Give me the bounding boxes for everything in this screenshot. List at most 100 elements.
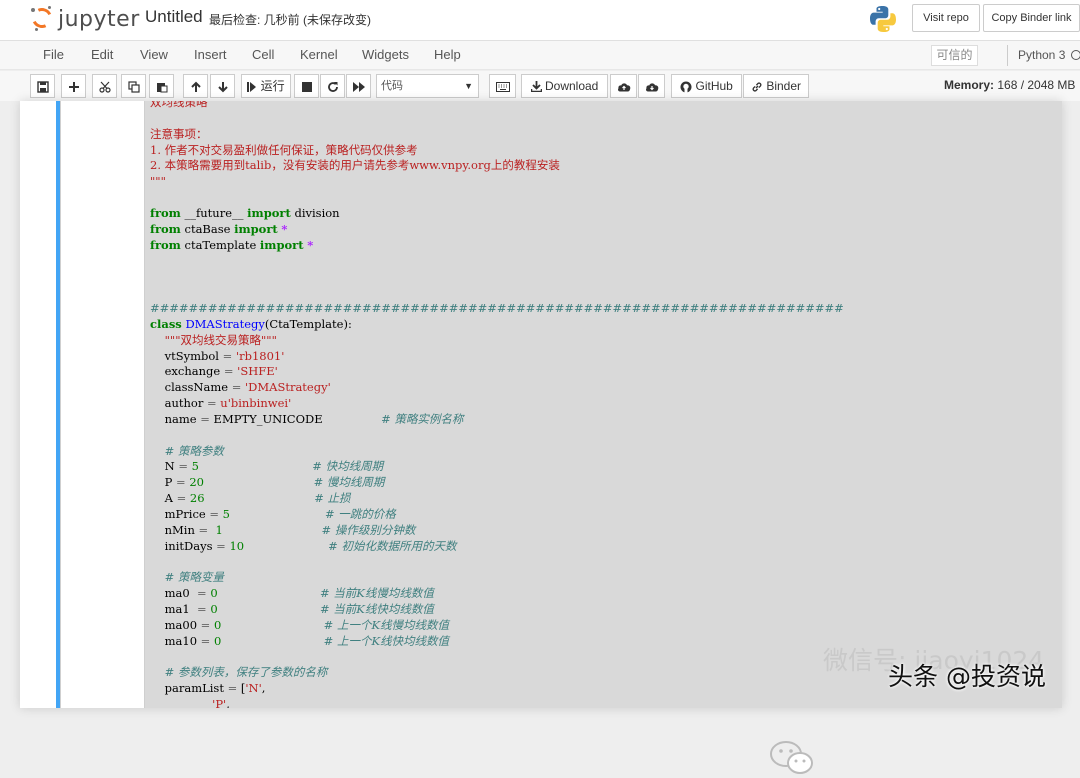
code-line: A = 26 # 止损 (150, 491, 351, 506)
code-line: ########################################… (150, 300, 844, 315)
cell-border (60, 101, 61, 708)
interrupt-button[interactable] (294, 74, 319, 98)
copy-button[interactable] (121, 74, 146, 98)
code-line: class DMAStrategy(CtaTemplate): (150, 316, 352, 331)
cut-button[interactable] (92, 74, 117, 98)
trusted-indicator[interactable]: 可信的 (931, 45, 978, 66)
copy-binder-link-button[interactable]: Copy Binder link (983, 4, 1080, 32)
run-button[interactable]: 运行 (241, 74, 291, 98)
notebook-container: 双均线策略 注意事项： 1. 作者不对交易盈利做任何保证，策略代码仅供参考 2. 本策… (20, 101, 1062, 708)
watermark-toutiao: 头条 @投资说 (888, 662, 1046, 691)
jupyter-moon-icon (31, 8, 35, 12)
code-line: # 策略参数 (164, 443, 224, 458)
copy-icon (127, 81, 140, 93)
checkpoint-status: 最后检查: 几秒前 (未保存改变) (209, 13, 371, 27)
github-label: GitHub (695, 79, 733, 93)
link-icon (752, 82, 762, 92)
code-line: name = EMPTY_UNICODE # 策略实例名称 (150, 411, 464, 426)
arrow-up-icon (190, 81, 201, 92)
code-line: N = 5 # 快均线周期 (150, 459, 384, 474)
scissors-icon (98, 81, 111, 93)
arrow-down-icon (217, 81, 228, 93)
code-line: author = u'binbinwei' (150, 396, 292, 411)
jupyter-logo[interactable]: jupyter (29, 4, 139, 32)
code-line: className = 'DMAStrategy' (150, 380, 331, 395)
download-label: Download (544, 79, 599, 93)
menubar: File Edit View Insert Cell Kernel Widget… (0, 40, 1080, 70)
caret-down-icon: ▼ (464, 81, 473, 91)
header: jupyter Untitled 最后检查: 几秒前 (未保存改变) Visit… (0, 0, 1080, 40)
memory-label: Memory: (944, 78, 995, 92)
notebook-name[interactable]: Untitled (145, 7, 203, 27)
run-label: 运行 (260, 79, 285, 93)
menu-edit[interactable]: Edit (91, 47, 113, 62)
restart-button[interactable] (320, 74, 345, 98)
code-line: # 参数列表，保存了参数的名称 (164, 665, 328, 680)
code-cell-editor[interactable]: 双均线策略 注意事项： 1. 作者不对交易盈利做任何保证，策略代码仅供参考 2. 本策… (144, 101, 1062, 708)
menu-cell[interactable]: Cell (252, 47, 274, 62)
binder-label: Binder (766, 79, 802, 93)
kernel-idle-icon (1071, 50, 1080, 60)
code-line: ma0 = 0 # 当前K线慢均线数值 (150, 586, 434, 601)
code-line: initDays = 10 # 初始化数据所用的天数 (150, 538, 457, 553)
code-line: 注意事项： (150, 126, 208, 141)
code-line: # 策略变量 (164, 570, 224, 585)
menu-file[interactable]: File (43, 47, 64, 62)
code-line: 2. 本策略需要用到talib，没有安装的用户请先参考www.vnpy.org上… (150, 158, 560, 173)
command-palette-button[interactable] (489, 74, 516, 98)
code-line: ma00 = 0 # 上一个K线慢均线数值 (150, 617, 450, 632)
menu-widgets[interactable]: Widgets (362, 47, 409, 62)
menu-help[interactable]: Help (434, 47, 461, 62)
github-button[interactable]: GitHub (671, 74, 742, 98)
menu-kernel[interactable]: Kernel (300, 47, 338, 62)
binder-button[interactable]: Binder (743, 74, 809, 98)
cloud-download-icon (645, 83, 658, 92)
code-line: 'P', (212, 697, 230, 708)
refresh-icon (327, 81, 338, 92)
wechat-icon (770, 741, 813, 774)
memory-usage: Memory: 168 / 2048 MB (944, 78, 1075, 92)
save-button[interactable] (30, 74, 55, 98)
paste-icon (156, 82, 167, 93)
download-button[interactable]: Download (521, 74, 608, 98)
code-line: exchange = 'SHFE' (150, 364, 278, 379)
cell-type-select[interactable]: 代码 ▼ (376, 74, 479, 98)
code-line: 双均线策略 (150, 101, 208, 109)
cloud-upload-button[interactable] (610, 74, 637, 98)
github-icon (680, 81, 692, 93)
cloud-download-button[interactable] (638, 74, 665, 98)
stop-icon (301, 81, 312, 92)
move-up-button[interactable] (183, 74, 208, 98)
fast-forward-icon (352, 81, 365, 92)
kernel-indicator: Python 3 (1007, 45, 1080, 66)
menu-insert[interactable]: Insert (194, 47, 227, 62)
code-line: vtSymbol = 'rb1801' (150, 348, 285, 363)
menu-view[interactable]: View (140, 47, 168, 62)
code-line: nMin = 1 # 操作级别分钟数 (150, 522, 416, 537)
python-logo-icon (870, 6, 896, 32)
memory-value: 168 / 2048 MB (997, 78, 1076, 92)
code-line: ma10 = 0 # 上一个K线快均线数值 (150, 633, 450, 648)
restart-run-all-button[interactable] (346, 74, 371, 98)
keyboard-icon (495, 81, 510, 92)
notebook-area: 双均线策略 注意事项： 1. 作者不对交易盈利做任何保证，策略代码仅供参考 2. 本策… (0, 101, 1080, 774)
visit-repo-button[interactable]: Visit repo (912, 4, 980, 32)
download-icon (530, 81, 542, 93)
code-text[interactable]: 双均线策略 注意事项： 1. 作者不对交易盈利做任何保证，策略代码仅供参考 2. 本策… (150, 101, 844, 708)
cell-type-value: 代码 (381, 80, 403, 92)
jupyter-logo-text: jupyter (58, 7, 140, 32)
paste-button[interactable] (149, 74, 174, 98)
move-down-button[interactable] (210, 74, 235, 98)
code-line: P = 20 # 慢均线周期 (150, 475, 385, 490)
insert-cell-button[interactable] (61, 74, 86, 98)
code-line: ma1 = 0 # 当前K线快均线数值 (150, 602, 434, 616)
plus-icon (68, 81, 79, 92)
